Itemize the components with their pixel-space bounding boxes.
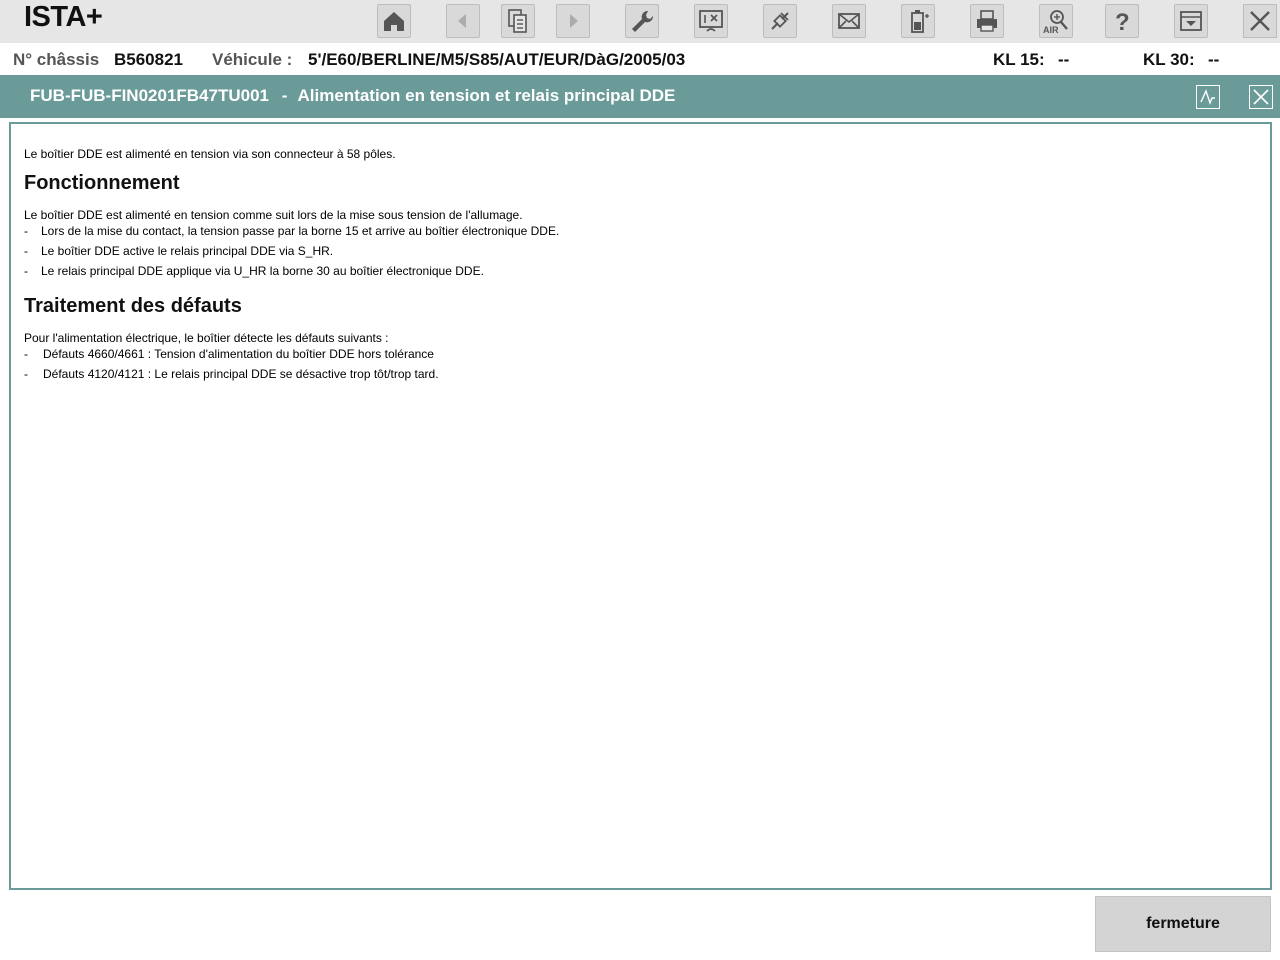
chassis-label: N° châssis bbox=[13, 50, 100, 69]
list-item-text: Le boîtier DDE active le relais principa… bbox=[41, 244, 334, 258]
control-unit-icon bbox=[699, 10, 723, 32]
close-button[interactable]: fermeture bbox=[1095, 896, 1271, 952]
list-dash: - bbox=[24, 367, 28, 381]
list-item: - Le boîtier DDE active le relais princip… bbox=[24, 243, 1254, 259]
print-icon bbox=[977, 10, 997, 32]
close-app-button[interactable] bbox=[1243, 4, 1277, 38]
app-title: ISTA+ bbox=[24, 1, 103, 33]
close-icon bbox=[1250, 11, 1270, 31]
intro-text: Le boîtier DDE est alimenté en tension v… bbox=[24, 147, 396, 161]
document-code: FUB-FUB-FIN0201FB47TU001 bbox=[30, 86, 269, 105]
battery-button[interactable] bbox=[901, 4, 935, 38]
back-arrow-icon bbox=[458, 14, 466, 28]
list-item: - Défauts 4660/4661 : Tension d'alimentat… bbox=[24, 346, 1254, 362]
kl15-label: KL 15: bbox=[993, 50, 1045, 69]
air-search-icon: AIR bbox=[1043, 10, 1068, 35]
list-dash: - bbox=[24, 347, 28, 361]
battery-icon bbox=[911, 10, 929, 33]
vehicle-label: Véhicule : bbox=[212, 50, 293, 69]
list-dash: - bbox=[24, 264, 28, 278]
signal-button[interactable] bbox=[1196, 85, 1220, 109]
service-button[interactable] bbox=[625, 4, 659, 38]
home-icon bbox=[384, 12, 404, 31]
list-item: - Le relais principal DDE applique via U_… bbox=[24, 263, 1254, 279]
chassis-value: B560821 bbox=[114, 50, 184, 69]
mail-icon bbox=[838, 13, 860, 29]
list-item-text: Défauts 4120/4121 : Le relais principal … bbox=[43, 367, 439, 381]
list-item: - Défauts 4120/4121 : Le relais principal… bbox=[24, 366, 1254, 382]
back-button[interactable] bbox=[446, 4, 480, 38]
top-toolbar: ISTA+ AIR ? bbox=[0, 0, 1280, 43]
section-heading-defauts: Traitement des défauts bbox=[24, 295, 242, 317]
document-title-text: Alimentation en tension et relais princi… bbox=[297, 86, 676, 105]
list-item-text: Le relais principal DDE applique via U_H… bbox=[41, 264, 484, 278]
help-icon: ? bbox=[1115, 9, 1130, 35]
forward-button[interactable] bbox=[556, 4, 590, 38]
home-button[interactable] bbox=[377, 4, 411, 38]
mail-button[interactable] bbox=[832, 4, 866, 38]
connector-button[interactable] bbox=[763, 4, 797, 38]
list-item-text: Défauts 4660/4661 : Tension d'alimentati… bbox=[43, 347, 434, 361]
connector-icon bbox=[771, 12, 789, 30]
documents-button[interactable] bbox=[501, 4, 535, 38]
document-title-bar: FUB-FUB-FIN0201FB47TU001 - Alimentation … bbox=[0, 75, 1280, 118]
help-button[interactable]: ? bbox=[1105, 4, 1139, 38]
wrench-icon bbox=[632, 10, 654, 32]
svg-text:?: ? bbox=[1115, 9, 1130, 35]
title-separator: - bbox=[281, 86, 288, 105]
kl30-value: -- bbox=[1208, 50, 1220, 69]
list-item: - Lors de la mise du contact, la tension … bbox=[24, 223, 1254, 239]
air-search-button[interactable]: AIR bbox=[1039, 4, 1073, 38]
close-icon bbox=[1253, 89, 1269, 105]
section-text: Le boîtier DDE est alimenté en tension c… bbox=[24, 208, 523, 222]
air-label: AIR bbox=[1043, 25, 1059, 35]
vehicle-value: 5'/E60/BERLINE/M5/S85/AUT/EUR/DàG/2005/0… bbox=[308, 50, 686, 69]
minimize-button[interactable] bbox=[1174, 4, 1208, 38]
close-document-button[interactable] bbox=[1249, 85, 1273, 109]
document-content: Le boîtier DDE est alimenté en tension v… bbox=[9, 122, 1272, 890]
control-unit-button[interactable] bbox=[694, 4, 728, 38]
kl30-label: KL 30: bbox=[1143, 50, 1195, 69]
signal-wave-icon bbox=[1200, 89, 1215, 106]
document-title: FUB-FUB-FIN0201FB47TU001 - Alimentation … bbox=[30, 86, 675, 106]
list-dash: - bbox=[24, 244, 28, 258]
section-heading-fonctionnement: Fonctionnement bbox=[24, 172, 180, 194]
forward-arrow-icon bbox=[570, 14, 578, 28]
list-item-text: Lors de la mise du contact, la tension p… bbox=[41, 224, 560, 238]
list-dash: - bbox=[24, 224, 28, 238]
documents-icon bbox=[508, 9, 527, 33]
section-text: Pour l'alimentation électrique, le boîti… bbox=[24, 331, 389, 345]
print-button[interactable] bbox=[970, 4, 1004, 38]
minimize-icon bbox=[1180, 11, 1202, 31]
vehicle-info-bar: N° châssis B560821 Véhicule : 5'/E60/BER… bbox=[0, 43, 1280, 75]
kl15-value: -- bbox=[1058, 50, 1070, 69]
